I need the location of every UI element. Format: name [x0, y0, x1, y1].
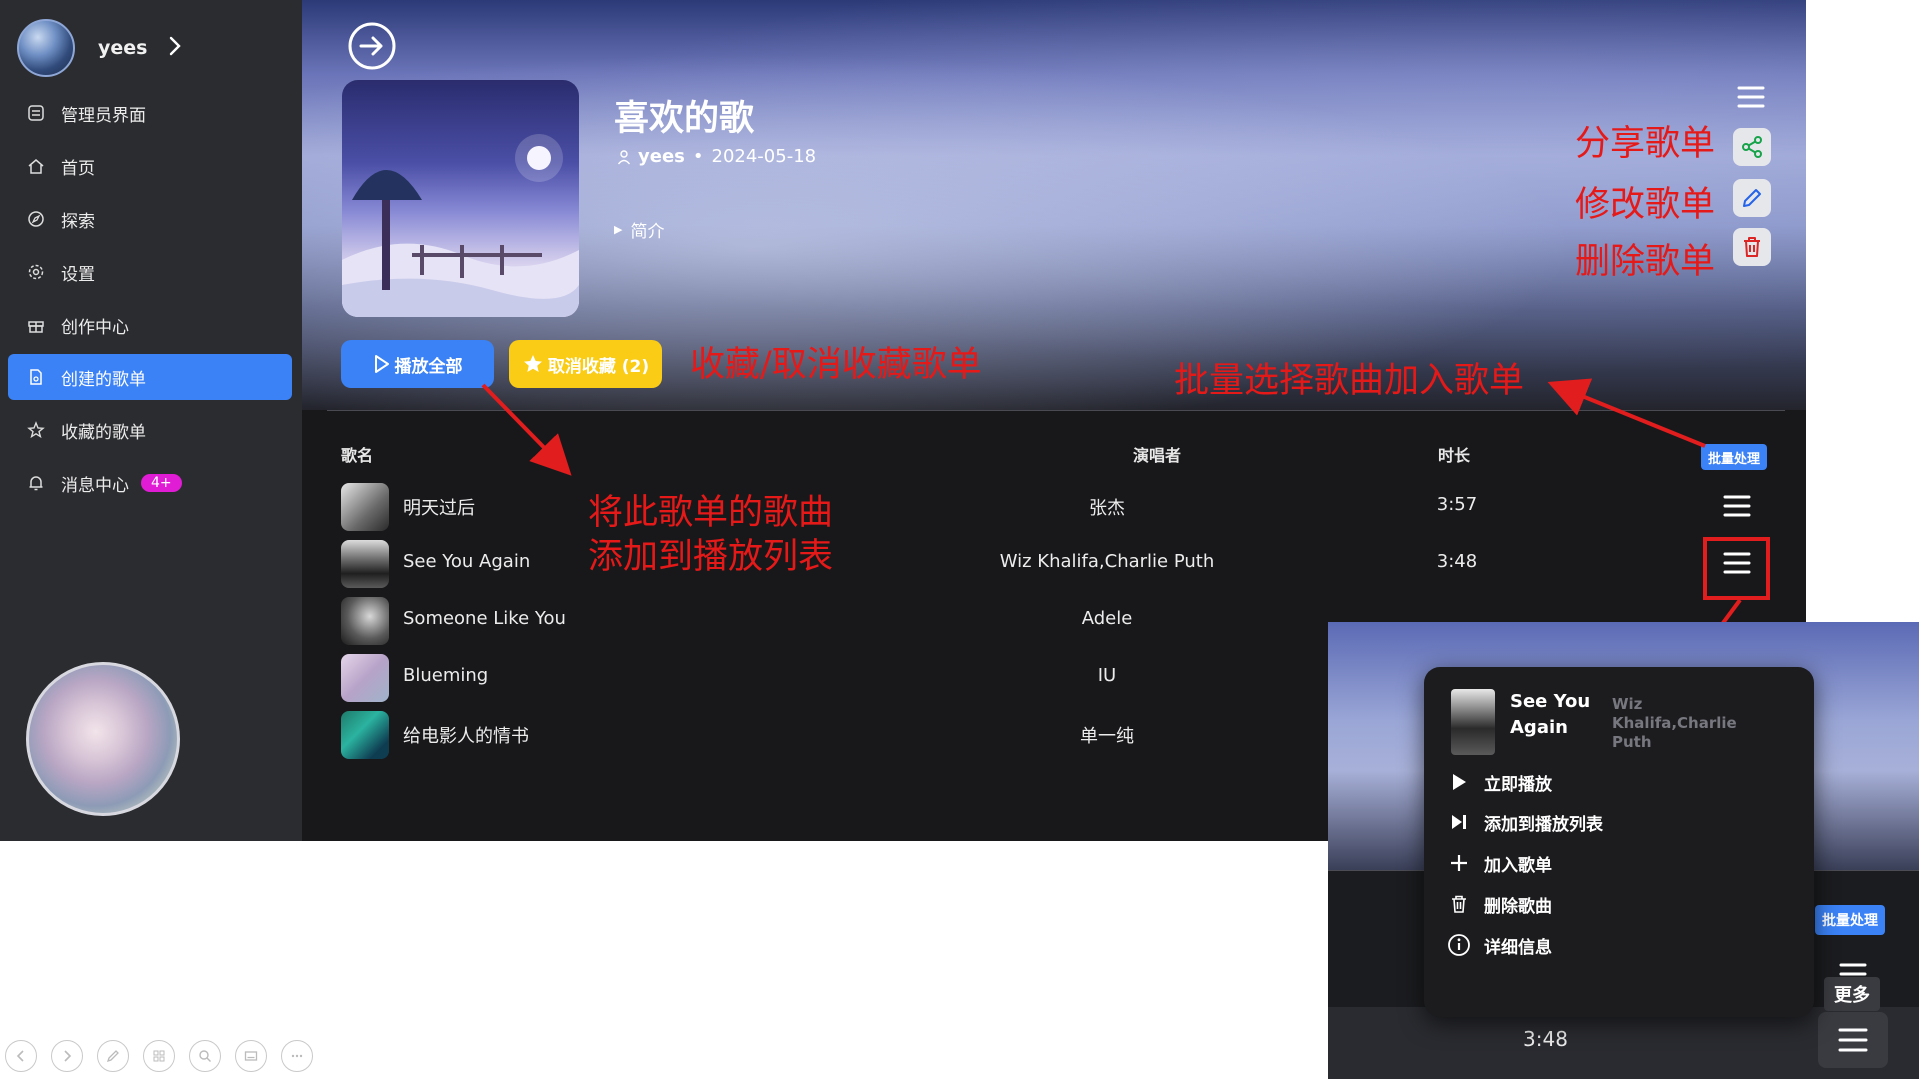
slideshow-controls [5, 1040, 313, 1072]
more-tooltip: 更多 [1824, 977, 1880, 1011]
menu-song-artist: Wiz Khalifa,Charlie Puth [1612, 695, 1737, 751]
ellipsis-icon [291, 1054, 303, 1058]
menu-item-label: 立即播放 [1484, 774, 1552, 795]
arrow-right-icon [64, 1050, 72, 1062]
trash-icon [1446, 891, 1472, 917]
subtitles-icon [244, 1051, 258, 1061]
hamburger-menu-icon [1838, 1028, 1868, 1052]
menu-item-play-now[interactable]: 立即播放 [1446, 765, 1552, 799]
menu-song-title: See You Again [1510, 691, 1591, 738]
menu-item-label: 详细信息 [1484, 937, 1552, 958]
plus-icon [1446, 850, 1472, 876]
next-slide-button[interactable] [51, 1040, 83, 1072]
menu-item-add-to-playlist[interactable]: 加入歌单 [1446, 846, 1552, 880]
song-menu-button[interactable] [1818, 1012, 1888, 1068]
menu-item-add-to-queue[interactable]: 添加到播放列表 [1446, 805, 1603, 839]
arrow-left-icon [16, 1050, 24, 1062]
play-icon [1446, 769, 1472, 795]
menu-song-thumbnail [1451, 689, 1495, 755]
grid-icon [153, 1050, 165, 1062]
menu-item-label: 删除歌曲 [1484, 896, 1552, 917]
pen-icon [106, 1050, 119, 1063]
inset-batch-button[interactable]: 批量处理 [1815, 905, 1885, 935]
subtitles-button[interactable] [235, 1040, 267, 1072]
play-next-icon [1446, 809, 1472, 835]
song-context-menu: See You Again Wiz Khalifa,Charlie Puth 立… [1424, 667, 1814, 1017]
slides-grid-button[interactable] [143, 1040, 175, 1072]
prev-slide-button[interactable] [5, 1040, 37, 1072]
info-icon [1446, 932, 1472, 958]
zoom-button[interactable] [189, 1040, 221, 1072]
pen-tool-button[interactable] [97, 1040, 129, 1072]
menu-item-label: 加入歌单 [1484, 855, 1552, 876]
menu-item-label: 添加到播放列表 [1484, 814, 1603, 835]
menu-item-delete-song[interactable]: 删除歌曲 [1446, 887, 1552, 921]
context-menu-inset: 3:48 批量处理 更多 See You Again Wiz Khalifa,C… [1328, 622, 1919, 1079]
more-options-button[interactable] [281, 1040, 313, 1072]
inset-duration: 3:48 [1523, 1027, 1568, 1051]
magnifier-icon [199, 1050, 211, 1062]
menu-item-details[interactable]: 详细信息 [1446, 928, 1552, 962]
